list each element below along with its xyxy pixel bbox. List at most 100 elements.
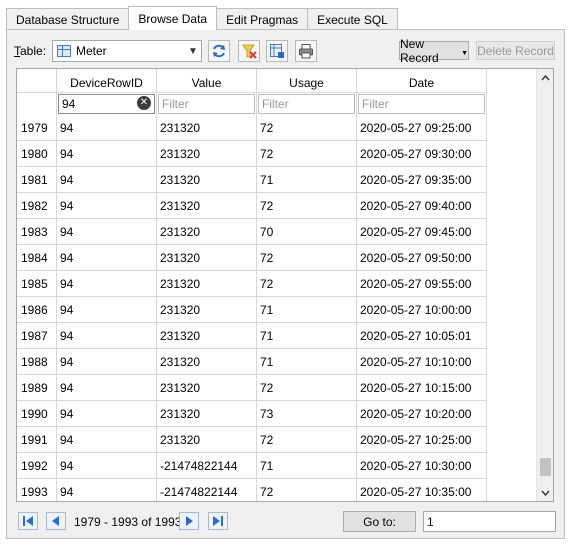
row-number[interactable]: 1987: [17, 323, 57, 349]
cell-devicerowid[interactable]: 94: [57, 297, 157, 323]
row-number[interactable]: 1988: [17, 349, 57, 375]
cell-value[interactable]: 231320: [157, 375, 257, 401]
cell-date[interactable]: 2020-05-27 09:50:00: [357, 245, 487, 271]
clear-filter-icon[interactable]: ✕: [137, 96, 151, 110]
cell-date[interactable]: 2020-05-27 09:35:00: [357, 167, 487, 193]
cell-value[interactable]: 231320: [157, 141, 257, 167]
row-number[interactable]: 1983: [17, 219, 57, 245]
goto-input[interactable]: 1: [423, 511, 556, 532]
table-row[interactable]: 1992 94 -21474822144 71 2020-05-27 10:30:00: [17, 453, 537, 479]
table-row[interactable]: 1986 94 231320 71 2020-05-27 10:00:00: [17, 297, 537, 323]
cell-usage[interactable]: 72: [257, 245, 357, 271]
row-number[interactable]: 1990: [17, 401, 57, 427]
cell-value[interactable]: 231320: [157, 245, 257, 271]
table-row[interactable]: 1980 94 231320 72 2020-05-27 09:30:00: [17, 141, 537, 167]
cell-devicerowid[interactable]: 94: [57, 375, 157, 401]
last-page-button[interactable]: [208, 512, 228, 530]
save-table-button[interactable]: [266, 40, 288, 62]
vertical-scrollbar[interactable]: [536, 69, 553, 501]
cell-value[interactable]: -21474822144: [157, 453, 257, 479]
cell-date[interactable]: 2020-05-27 10:00:00: [357, 297, 487, 323]
cell-value[interactable]: 231320: [157, 193, 257, 219]
table-row[interactable]: 1990 94 231320 73 2020-05-27 10:20:00: [17, 401, 537, 427]
cell-date[interactable]: 2020-05-27 09:25:00: [357, 115, 487, 141]
delete-record-button[interactable]: Delete Record: [476, 41, 555, 60]
cell-value[interactable]: -21474822144: [157, 479, 257, 501]
column-header-usage[interactable]: Usage: [257, 69, 357, 93]
cell-date[interactable]: 2020-05-27 10:15:00: [357, 375, 487, 401]
table-row[interactable]: 1984 94 231320 72 2020-05-27 09:50:00: [17, 245, 537, 271]
cell-value[interactable]: 231320: [157, 219, 257, 245]
print-button[interactable]: [295, 40, 317, 62]
table-row[interactable]: 1993 94 -21474822144 72 2020-05-27 10:35:00: [17, 479, 537, 501]
next-page-button[interactable]: [179, 512, 199, 530]
cell-devicerowid[interactable]: 94: [57, 271, 157, 297]
column-header-date[interactable]: Date: [357, 69, 487, 93]
goto-button[interactable]: Go to:: [343, 511, 416, 532]
scroll-down-arrow[interactable]: [537, 484, 553, 501]
row-number[interactable]: 1982: [17, 193, 57, 219]
cell-date[interactable]: 2020-05-27 10:25:00: [357, 427, 487, 453]
cell-date[interactable]: 2020-05-27 09:40:00: [357, 193, 487, 219]
filter-value-input[interactable]: Filter: [158, 94, 255, 114]
cell-date[interactable]: 2020-05-27 09:55:00: [357, 271, 487, 297]
cell-usage[interactable]: 72: [257, 141, 357, 167]
cell-date[interactable]: 2020-05-27 10:20:00: [357, 401, 487, 427]
table-row[interactable]: 1983 94 231320 70 2020-05-27 09:45:00: [17, 219, 537, 245]
cell-usage[interactable]: 71: [257, 453, 357, 479]
cell-devicerowid[interactable]: 94: [57, 245, 157, 271]
row-number[interactable]: 1989: [17, 375, 57, 401]
row-number[interactable]: 1993: [17, 479, 57, 501]
tab-browse-data[interactable]: Browse Data: [128, 6, 218, 30]
tab-execute-sql[interactable]: Execute SQL: [307, 8, 398, 30]
cell-value[interactable]: 231320: [157, 271, 257, 297]
row-number[interactable]: 1981: [17, 167, 57, 193]
filter-date-input[interactable]: Filter: [358, 94, 485, 114]
row-number[interactable]: 1984: [17, 245, 57, 271]
scroll-thumb[interactable]: [540, 458, 551, 477]
table-row[interactable]: 1989 94 231320 72 2020-05-27 10:15:00: [17, 375, 537, 401]
table-row[interactable]: 1981 94 231320 71 2020-05-27 09:35:00: [17, 167, 537, 193]
cell-usage[interactable]: 72: [257, 427, 357, 453]
row-number[interactable]: 1985: [17, 271, 57, 297]
cell-devicerowid[interactable]: 94: [57, 115, 157, 141]
cell-usage[interactable]: 72: [257, 375, 357, 401]
table-row[interactable]: 1988 94 231320 71 2020-05-27 10:10:00: [17, 349, 537, 375]
cell-value[interactable]: 231320: [157, 349, 257, 375]
cell-date[interactable]: 2020-05-27 10:35:00: [357, 479, 487, 501]
refresh-button[interactable]: [208, 40, 230, 62]
first-page-button[interactable]: [18, 512, 38, 530]
cell-usage[interactable]: 71: [257, 297, 357, 323]
cell-value[interactable]: 231320: [157, 115, 257, 141]
cell-usage[interactable]: 71: [257, 323, 357, 349]
scroll-up-arrow[interactable]: [537, 69, 553, 86]
cell-value[interactable]: 231320: [157, 167, 257, 193]
cell-devicerowid[interactable]: 94: [57, 349, 157, 375]
filter-usage-input[interactable]: Filter: [258, 94, 355, 114]
cell-date[interactable]: 2020-05-27 10:30:00: [357, 453, 487, 479]
cell-devicerowid[interactable]: 94: [57, 141, 157, 167]
column-header-devicerowid[interactable]: DeviceRowID: [57, 69, 157, 93]
cell-devicerowid[interactable]: 94: [57, 427, 157, 453]
cell-devicerowid[interactable]: 94: [57, 323, 157, 349]
cell-usage[interactable]: 72: [257, 479, 357, 501]
cell-date[interactable]: 2020-05-27 10:05:01: [357, 323, 487, 349]
cell-usage[interactable]: 72: [257, 271, 357, 297]
table-row[interactable]: 1982 94 231320 72 2020-05-27 09:40:00: [17, 193, 537, 219]
table-row[interactable]: 1991 94 231320 72 2020-05-27 10:25:00: [17, 427, 537, 453]
table-row[interactable]: 1979 94 231320 72 2020-05-27 09:25:00: [17, 115, 537, 141]
cell-value[interactable]: 231320: [157, 401, 257, 427]
tab-database-structure[interactable]: Database Structure: [6, 8, 130, 30]
column-header-value[interactable]: Value: [157, 69, 257, 93]
tab-edit-pragmas[interactable]: Edit Pragmas: [216, 8, 309, 30]
cell-date[interactable]: 2020-05-27 10:10:00: [357, 349, 487, 375]
cell-date[interactable]: 2020-05-27 09:45:00: [357, 219, 487, 245]
row-number[interactable]: 1979: [17, 115, 57, 141]
cell-usage[interactable]: 71: [257, 349, 357, 375]
cell-usage[interactable]: 73: [257, 401, 357, 427]
cell-devicerowid[interactable]: 94: [57, 219, 157, 245]
table-select[interactable]: Meter ▼: [52, 40, 202, 62]
cell-devicerowid[interactable]: 94: [57, 479, 157, 501]
cell-value[interactable]: 231320: [157, 323, 257, 349]
row-number[interactable]: 1991: [17, 427, 57, 453]
